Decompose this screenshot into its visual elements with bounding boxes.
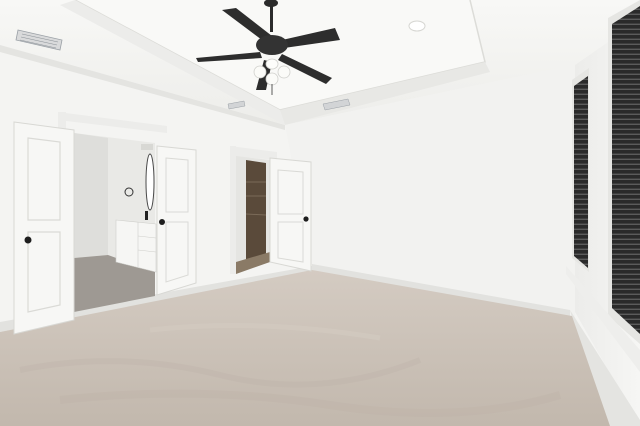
bathroom-door-left[interactable] bbox=[13, 121, 75, 335]
closet-door[interactable] bbox=[269, 157, 312, 272]
recessed-light bbox=[408, 20, 426, 32]
door-knob[interactable] bbox=[303, 216, 309, 222]
bedroom-scene bbox=[0, 0, 640, 426]
window-right bbox=[608, 0, 640, 344]
window-left bbox=[572, 68, 589, 272]
window-blinds bbox=[574, 76, 588, 268]
bathroom-mirror bbox=[145, 153, 155, 211]
door-knob[interactable] bbox=[159, 219, 165, 225]
door-knob[interactable] bbox=[24, 236, 32, 244]
window-blinds bbox=[612, 6, 640, 334]
bathroom-door-right[interactable] bbox=[156, 145, 197, 296]
